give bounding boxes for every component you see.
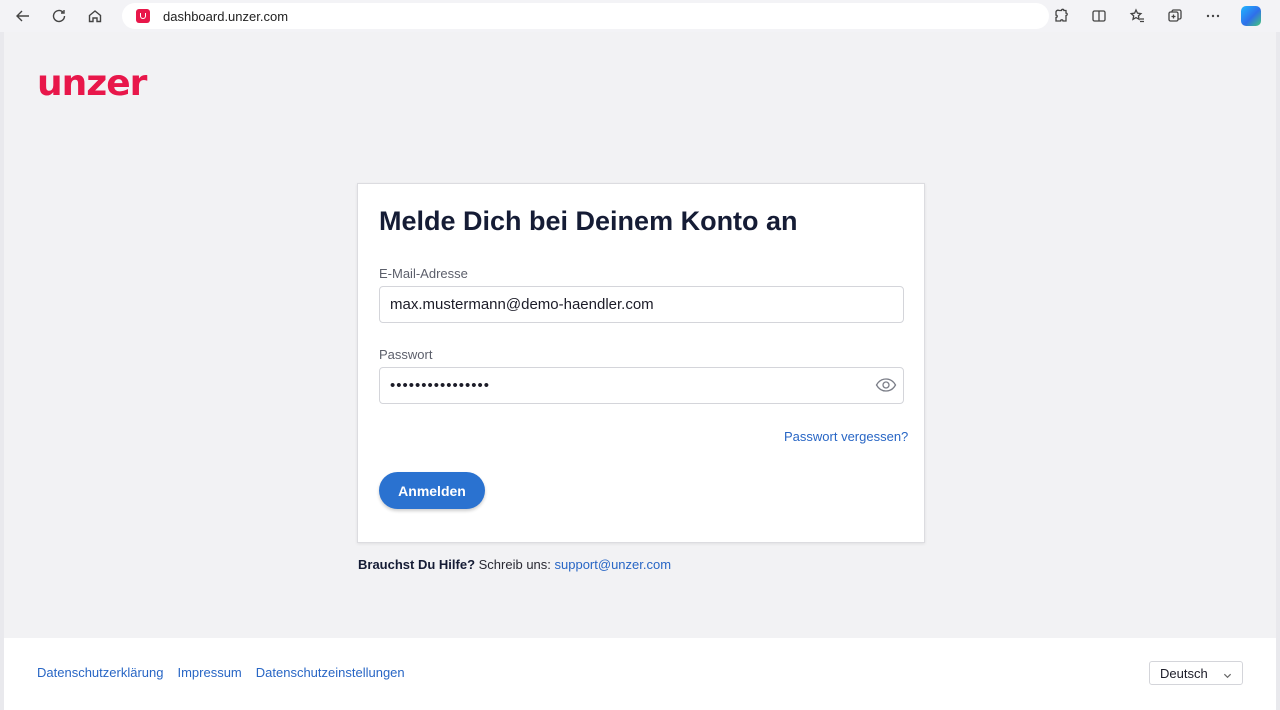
collections-button[interactable] — [1156, 0, 1194, 32]
site-favicon-icon — [136, 9, 150, 23]
favorites-button[interactable] — [1118, 0, 1156, 32]
home-button[interactable] — [77, 0, 113, 32]
login-button[interactable]: Anmelden — [379, 472, 485, 509]
extensions-button[interactable] — [1042, 0, 1080, 32]
address-bar[interactable]: dashboard.unzer.com — [122, 3, 1049, 29]
browser-toolbar: dashboard.unzer.com — [0, 0, 1280, 32]
footer-links: Datenschutzerklärung Impressum Datenschu… — [37, 665, 405, 680]
privacy-settings-link[interactable]: Datenschutzeinstellungen — [256, 665, 405, 680]
browser-tools — [1042, 0, 1270, 32]
eye-icon — [875, 378, 897, 392]
page-content: unzer Melde Dich bei Deinem Konto an E-M… — [4, 32, 1276, 638]
collections-icon — [1168, 9, 1182, 22]
password-field[interactable] — [379, 367, 904, 404]
url-text: dashboard.unzer.com — [163, 8, 289, 24]
page-title: Melde Dich bei Deinem Konto an — [379, 206, 798, 236]
help-text-body: Schreib uns: — [475, 557, 555, 572]
support-email-link[interactable]: support@unzer.com — [555, 557, 672, 572]
show-password-toggle[interactable] — [875, 376, 897, 394]
more-button[interactable] — [1194, 0, 1232, 32]
chevron-down-icon — [1223, 668, 1232, 679]
favorites-icon — [1129, 8, 1144, 23]
more-icon — [1206, 14, 1220, 18]
unzer-logo[interactable]: unzer — [37, 66, 147, 102]
refresh-button[interactable] — [41, 0, 77, 32]
language-select[interactable]: Deutsch — [1149, 661, 1243, 685]
help-prefix: Brauchst Du Hilfe? — [358, 557, 476, 572]
home-icon — [88, 10, 102, 23]
help-text: Brauchst Du Hilfe? Schreib uns: support@… — [358, 557, 671, 572]
password-label: Passwort — [379, 347, 433, 362]
imprint-link[interactable]: Impressum — [177, 665, 241, 680]
footer: Datenschutzerklärung Impressum Datenschu… — [4, 638, 1276, 710]
email-label: E-Mail-Adresse — [379, 266, 468, 281]
copilot-icon — [1241, 6, 1261, 26]
back-icon — [16, 10, 29, 22]
forgot-password-link[interactable]: Passwort vergessen? — [784, 429, 908, 444]
language-value: Deutsch — [1160, 665, 1208, 681]
login-card: Melde Dich bei Deinem Konto an E-Mail-Ad… — [357, 183, 925, 543]
split-screen-button[interactable] — [1080, 0, 1118, 32]
split-screen-icon — [1092, 10, 1106, 22]
back-button[interactable] — [5, 0, 41, 32]
email-field[interactable] — [379, 286, 904, 323]
extensions-icon — [1055, 8, 1068, 22]
privacy-link[interactable]: Datenschutzerklärung — [37, 665, 163, 680]
refresh-icon — [52, 9, 66, 23]
copilot-button[interactable] — [1232, 0, 1270, 32]
